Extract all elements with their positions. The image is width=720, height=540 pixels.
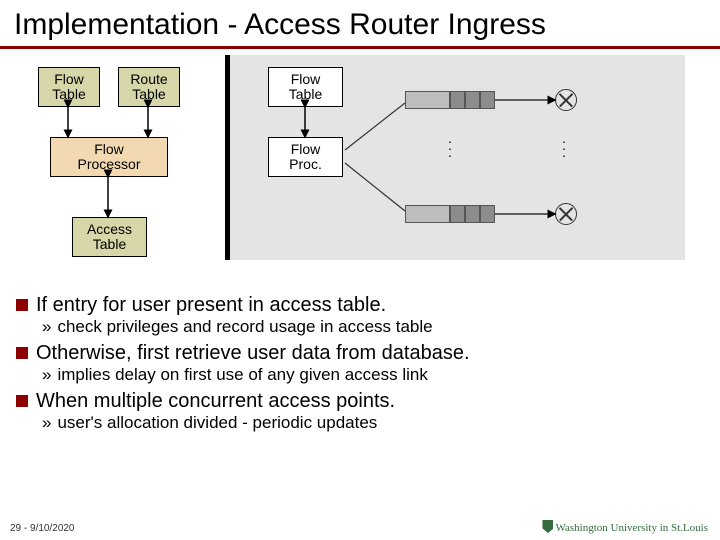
sub-text: implies delay on first use of any given … xyxy=(57,365,427,385)
bullet-icon xyxy=(16,395,28,407)
box-route-table: Route Table xyxy=(118,67,180,107)
box-flow-processor: Flow Processor xyxy=(50,137,168,177)
label: Flow Proc. xyxy=(289,142,322,173)
raquo-icon: » xyxy=(42,365,51,385)
raquo-icon: » xyxy=(42,317,51,337)
cross-top xyxy=(555,89,577,111)
bullet-3: When multiple concurrent access points. xyxy=(16,387,704,413)
sub-bullet-2: » implies delay on first use of any give… xyxy=(42,365,704,385)
bullet-text: If entry for user present in access tabl… xyxy=(36,294,386,317)
box-flow-proc-right: Flow Proc. xyxy=(268,137,343,177)
label: Route Table xyxy=(130,72,167,103)
bullet-text: When multiple concurrent access points. xyxy=(36,390,395,413)
sub-text: check privileges and record usage in acc… xyxy=(57,317,432,337)
bullet-icon xyxy=(16,299,28,311)
footer-text: 29 - 9/10/2020 xyxy=(10,523,75,534)
box-access-table: Access Table xyxy=(72,217,147,257)
bullet-text: Otherwise, first retrieve user data from… xyxy=(36,342,470,365)
queue-top xyxy=(405,91,495,109)
bullet-2: Otherwise, first retrieve user data from… xyxy=(16,339,704,365)
dots-left: ... xyxy=(448,135,452,156)
dots-right: ... xyxy=(562,135,566,156)
sub-bullet-3: » user's allocation divided - periodic u… xyxy=(42,413,704,433)
sub-text: user's allocation divided - periodic upd… xyxy=(57,413,377,433)
label: Flow Processor xyxy=(77,142,140,173)
bullet-list: If entry for user present in access tabl… xyxy=(16,291,704,433)
label: Access Table xyxy=(87,222,132,253)
bullet-1: If entry for user present in access tabl… xyxy=(16,291,704,317)
title-underline xyxy=(0,46,720,49)
raquo-icon: » xyxy=(42,413,51,433)
university-logo: Washington University in St.Louis xyxy=(542,520,708,534)
cross-bottom xyxy=(555,203,577,225)
label: Flow Table xyxy=(289,72,322,103)
diagram: Flow Table Flow Proc. ... ... Flow Table… xyxy=(10,55,710,285)
shield-icon xyxy=(542,520,553,533)
box-flow-table-right: Flow Table xyxy=(268,67,343,107)
sub-bullet-1: » check privileges and record usage in a… xyxy=(42,317,704,337)
logo-text: Washington University in St.Louis xyxy=(555,522,708,534)
box-flow-table: Flow Table xyxy=(38,67,100,107)
queue-bottom xyxy=(405,205,495,223)
bullet-icon xyxy=(16,347,28,359)
label: Flow Table xyxy=(52,72,85,103)
slide-title: Implementation - Access Router Ingress xyxy=(0,0,720,46)
